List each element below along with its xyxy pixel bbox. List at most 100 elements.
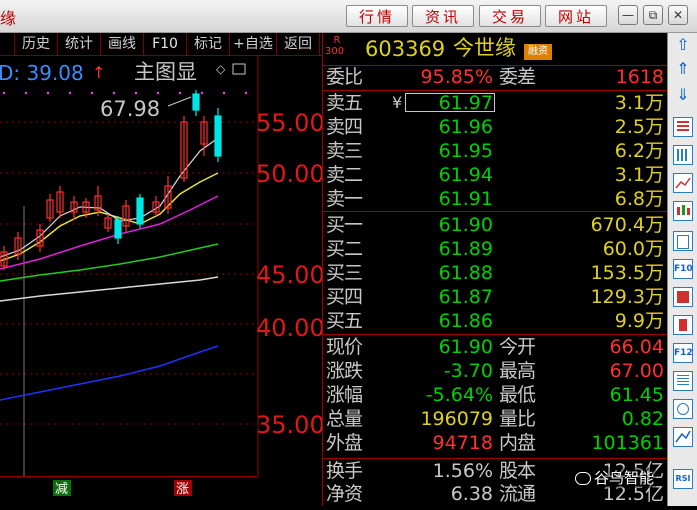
order-level-label: 买三 <box>326 262 363 284</box>
website-button[interactable]: 网站 <box>545 5 607 27</box>
main-chart-label: 主图显 <box>134 60 197 84</box>
stat-value: 66.04 <box>609 336 664 358</box>
menu-add-favorite[interactable]: +自选 <box>230 33 277 55</box>
sell-row-3[interactable]: 卖三 61.95 6.2万 <box>323 141 667 161</box>
weicha-value: 1618 <box>615 66 664 88</box>
menu-statistics[interactable]: 统计 <box>58 33 101 55</box>
f10-icon[interactable]: F10 <box>673 259 693 279</box>
menu-history[interactable]: 历史 <box>15 33 58 55</box>
clock-icon[interactable] <box>673 399 693 419</box>
price-axis-40: 40.00 <box>256 314 322 342</box>
buy-row-2[interactable]: 买二 61.89 60.0万 <box>323 239 667 259</box>
order-price: 61.95 <box>438 140 493 162</box>
trade-button[interactable]: 交易 <box>479 5 541 27</box>
order-level-label: 买四 <box>326 286 363 308</box>
stat-label: 今开 <box>499 336 536 358</box>
stat-label: 净资 <box>326 483 363 505</box>
window-title: 缘 <box>0 9 17 28</box>
order-level-label: 卖五 <box>326 92 363 114</box>
scroll-up-icon[interactable]: ⇑ <box>673 59 693 79</box>
chart-icon[interactable] <box>673 427 693 447</box>
stat-value: -5.64% <box>425 384 493 406</box>
weicha-label: 委差 <box>499 66 536 88</box>
scroll-top-icon[interactable]: ⇧ <box>673 35 693 55</box>
sell-row-5[interactable]: 卖五 ¥61.97 3.1万 <box>323 93 667 113</box>
order-price: 61.87 <box>438 286 493 308</box>
stat-label: 换手 <box>326 460 363 482</box>
candle-chart-icon[interactable] <box>673 201 693 221</box>
restore-icon[interactable]: ⧉ <box>643 5 663 25</box>
indicator-up-arrow: ↑ <box>92 63 105 82</box>
stock-code: 603369 <box>365 37 446 61</box>
stock-header: R 300 603369 今世缘 融资融券 <box>323 33 667 63</box>
currency-symbol: ¥ <box>392 93 403 112</box>
order-volume: 3.1万 <box>614 164 664 186</box>
order-price: 61.97 <box>438 92 493 114</box>
news-button[interactable]: 资讯 <box>412 5 474 27</box>
order-level-label: 买五 <box>326 310 363 332</box>
price-axis-50: 50.00 <box>256 160 322 188</box>
window-toggle-icon[interactable] <box>232 63 246 75</box>
candlestick-chart[interactable]: 55.00 50.00 45.00 40.00 35.00 D: 39.08 ↑… <box>0 56 325 506</box>
stat-label: 涨幅 <box>326 384 363 406</box>
stat-label: 最低 <box>499 384 536 406</box>
sell-row-2[interactable]: 卖二 61.94 3.1万 <box>323 165 667 185</box>
buy-row-3[interactable]: 买三 61.88 153.5万 <box>323 263 667 283</box>
f12-icon[interactable]: F12 <box>673 343 693 363</box>
list-view-icon[interactable] <box>673 117 693 137</box>
order-volume: 129.3万 <box>590 286 664 308</box>
stat-label: 外盘 <box>326 432 363 454</box>
buy-row-5[interactable]: 买五 61.86 9.9万 <box>323 311 667 331</box>
order-level-label: 买二 <box>326 238 363 260</box>
grid-view-icon[interactable] <box>673 145 693 165</box>
menu-draw-line[interactable]: 画线 <box>101 33 144 55</box>
order-price: 61.86 <box>438 310 493 332</box>
order-price: 61.89 <box>438 238 493 260</box>
line-chart-icon[interactable] <box>673 173 693 193</box>
weibi-value: 95.85% <box>420 66 493 88</box>
menu-mark[interactable]: 标记 <box>187 33 230 55</box>
report-icon[interactable] <box>673 315 693 335</box>
weibi-row: 委比 95.85% 委差 1618 <box>323 67 667 87</box>
stat-value: 61.45 <box>609 384 664 406</box>
scroll-down-icon[interactable]: ⇓ <box>673 85 693 105</box>
buy-row-1[interactable]: 买一 61.90 670.4万 <box>323 215 667 235</box>
right-toolbar: ⇧ ⇑ ⇓ F10 F12 RSI <box>667 33 697 506</box>
stat-row-4: 外盘 94718 内盘 101361 <box>323 433 667 453</box>
stock-badge-r: R <box>333 35 341 46</box>
diamond-icon[interactable]: ◇ <box>216 62 226 76</box>
order-level-label: 卖四 <box>326 116 363 138</box>
order-volume: 6.8万 <box>614 188 664 210</box>
svg-text:减: 减 <box>55 482 68 497</box>
sell-row-1[interactable]: 卖一 61.91 6.8万 <box>323 189 667 209</box>
stat-label: 涨跌 <box>326 360 363 382</box>
stat-row-2: 涨幅 -5.64% 最低 61.45 <box>323 385 667 405</box>
sell-row-4[interactable]: 卖四 61.96 2.5万 <box>323 117 667 137</box>
menu-f10[interactable]: F10 <box>144 33 187 55</box>
chart-settings-icon[interactable] <box>673 287 693 307</box>
table-icon[interactable] <box>673 231 693 251</box>
menu-partial-item[interactable] <box>0 33 15 55</box>
stat-value: 61.90 <box>438 336 493 358</box>
quote-button[interactable]: 行情 <box>346 5 408 27</box>
stat-label: 总量 <box>326 408 363 430</box>
order-price: 61.91 <box>438 188 493 210</box>
order-volume: 670.4万 <box>590 214 664 236</box>
close-icon[interactable]: ✕ <box>668 5 688 25</box>
order-volume: 6.2万 <box>614 140 664 162</box>
menu-back[interactable]: 返回 <box>277 33 320 55</box>
order-level-label: 买一 <box>326 214 363 236</box>
buy-row-4[interactable]: 买四 61.87 129.3万 <box>323 287 667 307</box>
stat-row-3: 总量 196079 量比 0.82 <box>323 409 667 429</box>
stat-label: 现价 <box>326 336 363 358</box>
rsi-icon[interactable]: RSI <box>673 469 693 489</box>
watermark: 谷鸟智能 <box>573 467 657 488</box>
order-volume: 60.0万 <box>602 238 664 260</box>
minimize-icon[interactable]: — <box>618 5 638 25</box>
stock-badge-300: 300 <box>325 46 345 57</box>
order-level-label: 卖三 <box>326 140 363 162</box>
news-icon[interactable] <box>673 371 693 391</box>
indicator-header-value: D: 39.08 <box>0 61 84 85</box>
stat-value: 94718 <box>432 432 493 454</box>
svg-text:涨: 涨 <box>176 482 189 497</box>
